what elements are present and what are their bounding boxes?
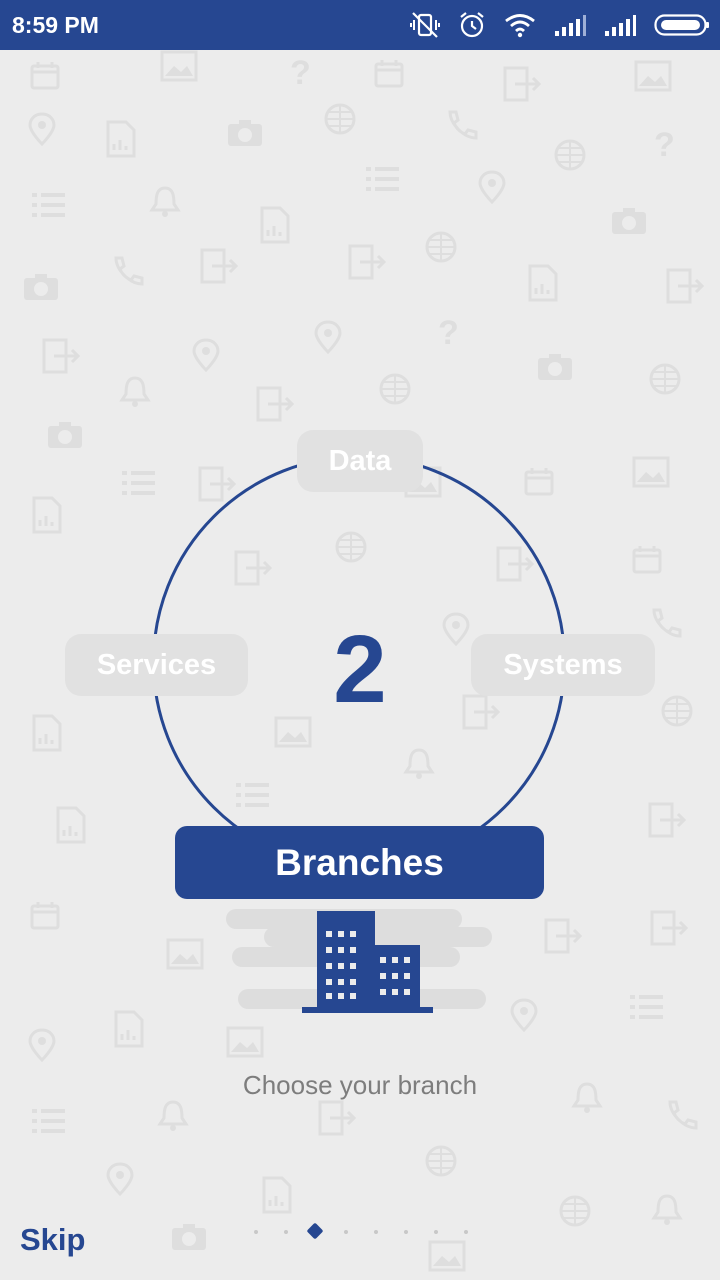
skip-button[interactable]: Skip (20, 1222, 85, 1258)
option-data-button[interactable]: Data (297, 430, 423, 492)
signal-icon (555, 15, 586, 36)
branch-subtitle: Choose your branch (242, 1070, 478, 1100)
page-dot[interactable] (254, 1230, 258, 1234)
status-bar: 8:59 PM (0, 0, 720, 50)
option-services-button[interactable]: Services (65, 634, 248, 696)
page-dot[interactable] (434, 1230, 438, 1234)
building-illustration (226, 909, 492, 1013)
page-dot[interactable] (284, 1230, 288, 1234)
vibrate-off-icon (410, 12, 440, 38)
page-dot[interactable] (464, 1230, 468, 1234)
status-icons (410, 10, 710, 40)
option-systems-button[interactable]: Systems (471, 634, 655, 696)
branches-button[interactable]: Branches (175, 826, 544, 899)
page-dot[interactable] (344, 1230, 348, 1234)
page-dot[interactable] (374, 1230, 378, 1234)
wifi-icon (505, 14, 535, 38)
alarm-icon (460, 12, 484, 38)
status-time: 8:59 PM (12, 12, 99, 38)
page-indicator (240, 1222, 480, 1242)
page-dot[interactable] (404, 1230, 408, 1234)
signal-icon (605, 15, 636, 36)
battery-icon (654, 14, 709, 36)
page-dot-active[interactable] (306, 1222, 324, 1240)
step-number: 2 (333, 616, 387, 723)
